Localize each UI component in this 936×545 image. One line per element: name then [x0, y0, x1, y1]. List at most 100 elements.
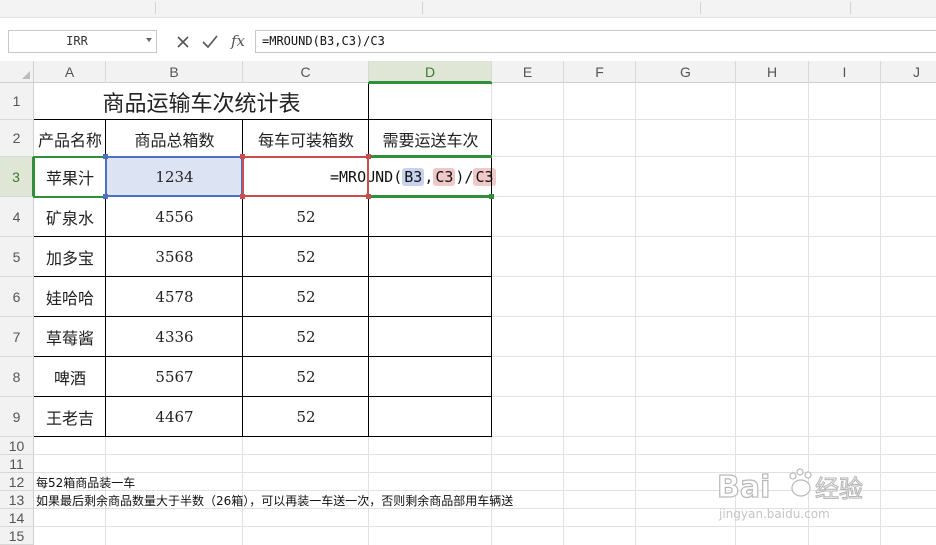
table-border	[368, 83, 369, 121]
ref-handle[interactable]	[103, 194, 108, 199]
column-header-a[interactable]: A	[34, 61, 106, 83]
cell-b9[interactable]: 4467	[106, 397, 243, 437]
note-line-1[interactable]: 每52箱商品装一车	[34, 473, 434, 491]
cell-a7[interactable]: 草莓酱	[34, 317, 106, 357]
ref-handle[interactable]	[366, 154, 371, 159]
sheet-title[interactable]: 商品运输车次统计表	[34, 83, 369, 120]
close-icon	[177, 36, 189, 48]
reference-outline-c3	[242, 156, 369, 197]
watermark-brand: Bai	[717, 470, 770, 505]
table-border	[491, 119, 492, 437]
column-header-f[interactable]: F	[564, 61, 636, 83]
insert-function-button[interactable]: fx	[226, 31, 250, 53]
ref-handle[interactable]	[103, 154, 108, 159]
baidu-logo-icon: Bai 经验 jingyan.baidu.com	[716, 468, 864, 521]
formula-ref-c3-divisor: C3	[473, 168, 496, 186]
column-header-c[interactable]: C	[243, 61, 369, 83]
row-header-13[interactable]: 13	[0, 491, 34, 509]
cell-c5[interactable]: 52	[243, 237, 369, 277]
watermark-brand-2: 经验	[815, 475, 863, 503]
cell-a5[interactable]: 加多宝	[34, 237, 106, 277]
table-border	[34, 276, 492, 277]
column-header-e[interactable]: E	[492, 61, 564, 83]
row-header-5[interactable]: 5	[0, 237, 34, 277]
row-header-8[interactable]: 8	[0, 357, 34, 397]
ref-handle[interactable]	[240, 154, 245, 159]
row-header-1[interactable]: 1	[0, 83, 34, 120]
cell-c8[interactable]: 52	[243, 357, 369, 397]
ribbon-separator	[700, 2, 701, 14]
column-header-b[interactable]: B	[106, 61, 243, 83]
ribbon-separator	[422, 2, 423, 14]
cell-a4[interactable]: 矿泉水	[34, 197, 106, 237]
header-product[interactable]: 产品名称	[34, 120, 106, 157]
row-header-3[interactable]: 3	[0, 157, 34, 197]
row-header-15[interactable]: 15	[0, 527, 34, 545]
ref-handle[interactable]	[240, 194, 245, 199]
header-trips-needed[interactable]: 需要运送车次	[369, 120, 492, 157]
formula-sep: ,	[424, 168, 434, 186]
table-border	[34, 396, 492, 397]
cell-b6[interactable]: 4578	[106, 277, 243, 317]
note-line-2[interactable]: 如果最后剩余商品数量大于半数（26箱），可以再装一车送一次，否则剩余商品部用车辆…	[34, 491, 674, 509]
enter-formula-button[interactable]	[199, 31, 221, 53]
selection-edge-top	[368, 155, 492, 158]
gridline	[635, 83, 636, 545]
row-header-12[interactable]: 12	[0, 473, 34, 491]
column-header-h[interactable]: H	[736, 61, 809, 83]
row-header-14[interactable]: 14	[0, 509, 34, 527]
row-header-2[interactable]: 2	[0, 120, 34, 157]
gridline	[563, 83, 564, 545]
ribbon-strip	[0, 0, 936, 18]
cell-b7[interactable]: 4336	[106, 317, 243, 357]
column-header-i[interactable]: I	[809, 61, 881, 83]
row-header-4[interactable]: 4	[0, 197, 34, 237]
cell-b4[interactable]: 4556	[106, 197, 243, 237]
column-header-j[interactable]: J	[881, 61, 936, 83]
checkmark-icon	[202, 35, 218, 49]
ref-handle[interactable]	[366, 194, 371, 199]
chevron-down-icon[interactable]	[146, 38, 152, 42]
cell-c6[interactable]: 52	[243, 277, 369, 317]
row-header-7[interactable]: 7	[0, 317, 34, 357]
table-border	[34, 356, 492, 357]
table-border	[34, 119, 492, 120]
reference-outline-b3	[105, 156, 243, 197]
cell-c7[interactable]: 52	[243, 317, 369, 357]
watermark-url: jingyan.baidu.com	[718, 507, 830, 521]
name-box[interactable]: IRR	[8, 30, 157, 53]
cell-a9[interactable]: 王老吉	[34, 397, 106, 437]
cell-a8[interactable]: 啤酒	[34, 357, 106, 397]
formula-mid: )/	[455, 168, 474, 186]
column-header-d[interactable]: D	[369, 61, 492, 83]
header-boxes-per-truck[interactable]: 每车可装箱数	[243, 120, 369, 157]
row-header-11[interactable]: 11	[0, 455, 34, 473]
selection-edge-bottom	[368, 195, 492, 198]
cell-b8[interactable]: 5567	[106, 357, 243, 397]
row-header-10[interactable]: 10	[0, 437, 34, 455]
fill-handle[interactable]	[489, 194, 494, 199]
table-border	[34, 316, 492, 317]
name-box-value: IRR	[66, 34, 88, 48]
formula-input[interactable]: =MROUND(B3,C3)/C3	[255, 30, 936, 53]
row-header-9[interactable]: 9	[0, 397, 34, 437]
row-header-6[interactable]: 6	[0, 277, 34, 317]
select-all-corner[interactable]	[0, 61, 34, 83]
table-border	[34, 436, 492, 437]
select-all-triangle	[22, 71, 30, 79]
baidu-watermark: Bai 经验 jingyan.baidu.com	[715, 463, 915, 533]
cancel-formula-button[interactable]	[172, 31, 194, 53]
ribbon-separator	[850, 2, 851, 14]
cell-a6[interactable]: 娃哈哈	[34, 277, 106, 317]
cell-c4[interactable]: 52	[243, 197, 369, 237]
column-header-bar: A B C D E F G H I J	[0, 61, 936, 83]
table-border	[34, 236, 492, 237]
formula-ref-b3: B3	[402, 168, 425, 186]
header-total-boxes[interactable]: 商品总箱数	[106, 120, 243, 157]
formula-ref-c3: C3	[433, 168, 456, 186]
cell-b5[interactable]: 3568	[106, 237, 243, 277]
cell-c9[interactable]: 52	[243, 397, 369, 437]
gridline	[34, 454, 936, 455]
column-header-g[interactable]: G	[636, 61, 736, 83]
ribbon-separator	[155, 2, 156, 14]
